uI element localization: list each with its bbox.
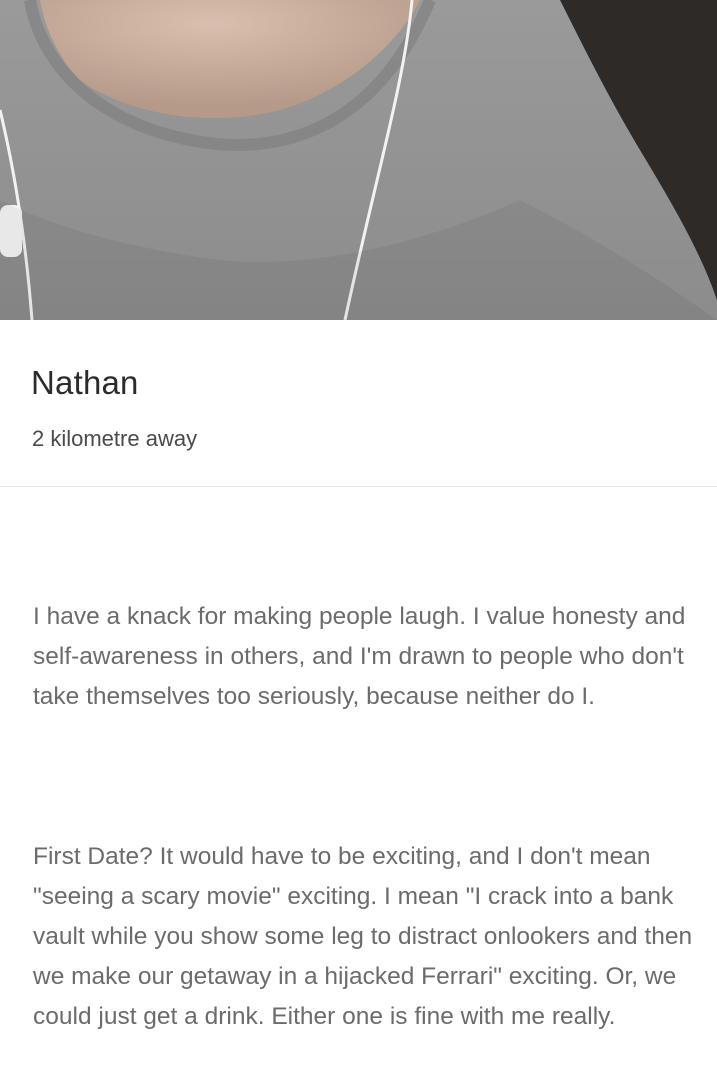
divider <box>0 486 717 487</box>
profile-header: Nathan 2 kilometre away <box>0 320 717 486</box>
profile-photo[interactable] <box>0 0 717 320</box>
profile-distance: 2 kilometre away <box>32 426 198 451</box>
profile-photo-image <box>0 0 717 320</box>
profile-bio: I have a knack for making people laugh. … <box>33 517 693 1077</box>
profile-name: Nathan <box>31 364 139 401</box>
bio-paragraph: I have a knack for making people laugh. … <box>33 603 693 710</box>
bio-paragraph: First Date? It would have to be exciting… <box>33 843 699 1030</box>
